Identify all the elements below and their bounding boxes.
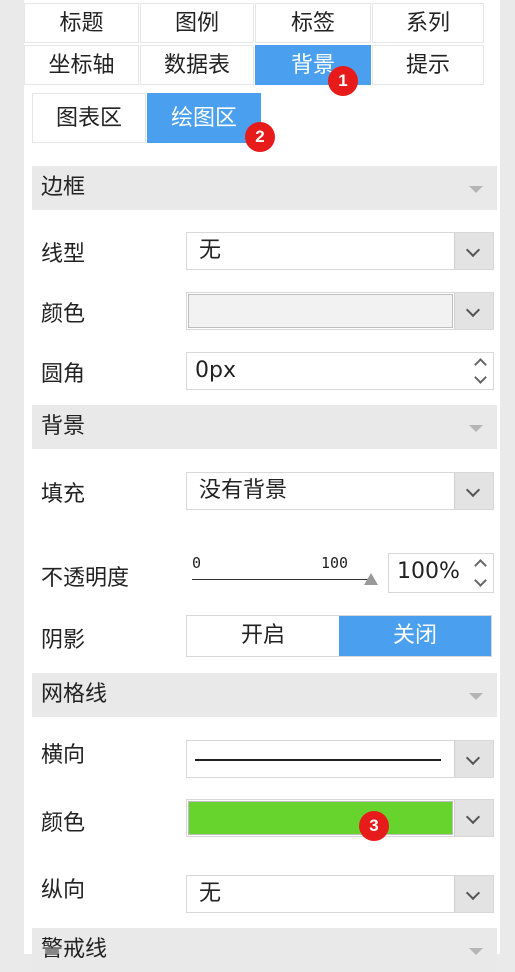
stepper-icon[interactable] [469, 554, 493, 592]
section-border-header[interactable]: 边框 [32, 166, 497, 210]
fill-label: 填充 [41, 482, 86, 507]
fill-select[interactable]: 没有背景 [186, 472, 494, 510]
chevron-down-icon[interactable] [454, 800, 493, 836]
shadow-label: 阴影 [41, 628, 86, 653]
corner-radius-value: 0px [195, 358, 236, 383]
annotation-badge-3: 3 [359, 811, 389, 841]
section-background-header[interactable]: 背景 [32, 405, 497, 449]
chevron-down-icon[interactable] [454, 233, 493, 269]
grid-color-label: 颜色 [41, 811, 86, 836]
slider-min-label: 0 [192, 554, 202, 572]
corner-radius-input[interactable]: 0px [186, 352, 494, 390]
horizontal-grid-label: 横向 [41, 743, 86, 768]
tab-series[interactable]: 系列 [372, 3, 484, 43]
opacity-label: 不透明度 [41, 566, 130, 591]
opacity-slider-track[interactable] [192, 579, 372, 580]
collapse-caret-icon [469, 693, 483, 700]
chevron-down-icon[interactable] [454, 741, 493, 777]
shadow-on-option[interactable]: 开启 [187, 616, 339, 656]
line-type-value: 无 [199, 238, 222, 263]
slider-max-label: 100 [321, 554, 349, 572]
grid-color-swatch [188, 801, 453, 835]
tab-row-2: 坐标轴 数据表 背景 提示 [24, 45, 485, 85]
border-color-swatch [188, 294, 453, 328]
section-gridlines-header[interactable]: 网格线 [32, 673, 497, 717]
section-gridlines-title: 网格线 [41, 682, 108, 707]
section-background-title: 背景 [41, 414, 86, 439]
corner-radius-label: 圆角 [41, 362, 86, 387]
fill-value: 没有背景 [199, 478, 288, 503]
grid-color-picker[interactable] [186, 799, 494, 837]
chevron-down-icon[interactable] [454, 876, 493, 912]
chart-settings-panel: 标题 图例 标签 系列 坐标轴 数据表 背景 提示 1 图表区 绘图区 2 边框… [24, 0, 500, 972]
opacity-slider-handle[interactable] [364, 573, 378, 585]
annotation-badge-1: 1 [328, 66, 358, 96]
line-type-label: 线型 [41, 242, 86, 267]
vertical-grid-label: 纵向 [41, 878, 86, 903]
solid-line-preview [195, 759, 441, 761]
section-border-title: 边框 [41, 175, 86, 200]
tab-datatable[interactable]: 数据表 [140, 45, 254, 85]
tab-legend[interactable]: 图例 [140, 3, 254, 43]
stepper-icon[interactable] [469, 353, 493, 389]
tab-axis[interactable]: 坐标轴 [24, 45, 139, 85]
section-alert-line-title: 警戒线 [41, 937, 108, 962]
tab-title[interactable]: 标题 [24, 3, 139, 43]
collapse-caret-icon [469, 186, 483, 193]
subtab-row: 图表区 绘图区 [32, 93, 262, 143]
collapse-caret-icon [469, 425, 483, 432]
border-color-label: 颜色 [41, 302, 86, 327]
vertical-grid-select[interactable]: 无 [186, 875, 494, 913]
border-color-picker[interactable] [186, 292, 494, 330]
tab-tooltip[interactable]: 提示 [372, 45, 484, 85]
shadow-toggle: 开启 关闭 [186, 615, 492, 657]
chevron-down-icon[interactable] [454, 293, 493, 329]
tab-row-1: 标题 图例 标签 系列 [24, 3, 485, 43]
subtab-plot-area[interactable]: 绘图区 [147, 93, 261, 143]
subtab-chart-area[interactable]: 图表区 [32, 93, 146, 143]
horizontal-grid-select[interactable] [186, 740, 494, 778]
vertical-grid-value: 无 [199, 881, 222, 906]
opacity-input[interactable]: 100% [388, 553, 494, 593]
tab-label[interactable]: 标签 [255, 3, 371, 43]
annotation-badge-2: 2 [245, 122, 275, 152]
opacity-value: 100% [397, 559, 460, 584]
line-type-select[interactable]: 无 [186, 232, 494, 270]
shadow-off-option[interactable]: 关闭 [339, 616, 491, 656]
section-alert-line-header[interactable]: 警戒线 [32, 928, 497, 972]
chevron-down-icon[interactable] [454, 473, 493, 509]
